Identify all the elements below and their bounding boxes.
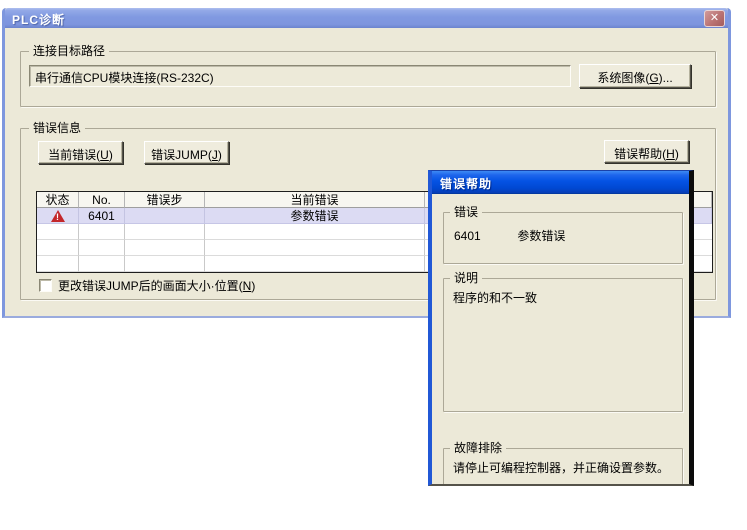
help-error-group-label: 错误	[450, 205, 482, 220]
checkbox-label-text: 更改错误JUMP后的画面大小·位置(	[58, 279, 243, 293]
warning-triangle-icon: !	[51, 210, 65, 222]
help-title-bar: 错误帮助	[432, 171, 689, 194]
cell-empty	[125, 240, 205, 256]
cell-current-error: 参数错误	[205, 208, 425, 224]
help-troubleshoot-group: 故障排除 请停止可编程控制器，并正确设置参数。	[443, 448, 683, 486]
close-icon: ✕	[710, 12, 719, 24]
help-description-group: 说明 程序的和不一致	[443, 278, 683, 412]
error-jump-button[interactable]: 错误JUMP(J)	[144, 141, 229, 164]
header-no: No.	[79, 192, 125, 208]
cell-no: 6401	[79, 208, 125, 224]
connection-path-group-label: 连接目标路径	[29, 44, 109, 59]
checkbox-label-suffix: )	[251, 279, 255, 293]
error-help-button-key: H	[666, 147, 675, 161]
help-troubleshoot-group-label: 故障排除	[450, 441, 506, 456]
cell-empty	[205, 240, 425, 256]
help-client-area: 错误 6401 参数错误 说明 程序的和不一致 故障排除 请停止可编程控制器，并…	[432, 194, 689, 484]
error-help-button[interactable]: 错误帮助(H)	[604, 140, 689, 163]
resize-after-jump-checkbox[interactable]	[39, 279, 52, 292]
close-button[interactable]: ✕	[704, 10, 725, 27]
cell-empty	[79, 256, 125, 272]
error-help-button-label: 错误帮助(	[614, 147, 666, 161]
cell-status: !	[37, 208, 79, 224]
header-current-error: 当前错误	[205, 192, 425, 208]
header-error-step: 错误步	[125, 192, 205, 208]
help-description-group-label: 说明	[450, 271, 482, 286]
error-jump-button-suffix: )	[218, 148, 222, 162]
current-error-button-suffix: )	[109, 148, 113, 162]
connection-path-group: 连接目标路径 串行通信CPU模块连接(RS-232C) 系统图像(G)...	[20, 51, 716, 107]
error-info-group-label: 错误信息	[29, 121, 85, 136]
connection-path-field: 串行通信CPU模块连接(RS-232C)	[29, 65, 571, 87]
help-error-name: 参数错误	[517, 229, 565, 243]
header-status: 状态	[37, 192, 79, 208]
current-error-button-label: 当前错误(	[48, 148, 100, 162]
help-error-code: 6401	[454, 229, 514, 243]
system-image-button-suffix: )...	[659, 71, 673, 85]
resize-after-jump-row: 更改错误JUMP后的画面大小·位置(N)	[39, 277, 255, 294]
cell-empty	[79, 224, 125, 240]
cell-empty	[37, 240, 79, 256]
window-title: PLC诊断	[5, 8, 65, 28]
connection-path-value: 串行通信CPU模块连接(RS-232C)	[35, 71, 214, 85]
resize-after-jump-label: 更改错误JUMP后的画面大小·位置(N)	[58, 277, 255, 294]
current-error-button[interactable]: 当前错误(U)	[38, 141, 123, 164]
cell-error-step	[125, 208, 205, 224]
system-image-button-key: G	[649, 71, 658, 85]
error-jump-button-label: 错误JUMP(	[151, 148, 212, 162]
help-error-group: 错误 6401 参数错误	[443, 212, 683, 264]
current-error-button-key: U	[100, 148, 109, 162]
main-title-bar: PLC诊断 ✕	[5, 8, 728, 28]
cell-empty	[37, 256, 79, 272]
cell-empty	[79, 240, 125, 256]
warning-exclamation: !	[51, 211, 65, 224]
screen: { "main_window": { "title": "PLC诊断", "cl…	[0, 0, 747, 530]
error-help-window: 错误帮助 错误 6401 参数错误 说明 程序的和不一致 故障排除 请停止可编程…	[428, 170, 694, 486]
cell-empty	[125, 224, 205, 240]
help-window-title: 错误帮助	[440, 177, 492, 191]
system-image-button-label: 系统图像(	[597, 71, 649, 85]
cell-empty	[37, 224, 79, 240]
cell-empty	[125, 256, 205, 272]
cell-empty	[205, 224, 425, 240]
cell-empty	[205, 256, 425, 272]
error-help-button-suffix: )	[675, 147, 679, 161]
system-image-button[interactable]: 系统图像(G)...	[579, 64, 691, 88]
